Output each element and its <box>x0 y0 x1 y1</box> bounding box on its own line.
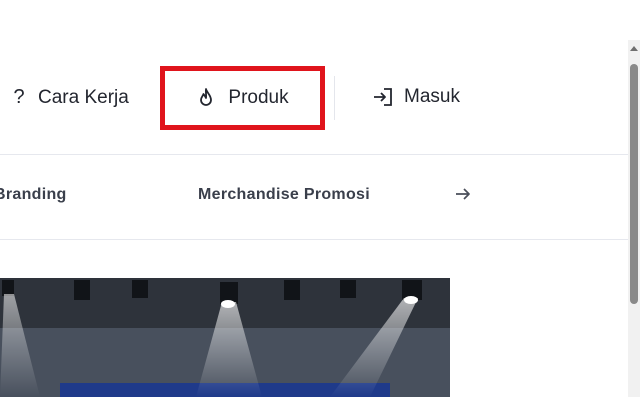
nav-products[interactable]: Produk <box>160 66 325 130</box>
nav-how-it-works[interactable]: ? Cara Kerja <box>10 86 129 109</box>
page-scrollbar[interactable] <box>628 40 640 397</box>
scroll-up-arrow-icon[interactable] <box>630 46 638 51</box>
flame-icon <box>196 87 216 109</box>
nav-divider <box>334 76 335 120</box>
category-branding[interactable]: Branding <box>0 186 67 204</box>
hero-image <box>0 278 450 397</box>
main-nav: ? Cara Kerja Produk Masuk <box>0 60 628 136</box>
login-icon <box>372 87 394 107</box>
page: ? Cara Kerja Produk Masuk Branding Merch… <box>0 0 640 397</box>
nav-how-it-works-label: Cara Kerja <box>38 86 129 108</box>
nav-products-label: Produk <box>228 87 289 108</box>
nav-login-label: Masuk <box>404 86 460 107</box>
arrow-right-icon[interactable] <box>454 186 472 207</box>
category-bar: Branding Merchandise Promosi <box>0 154 628 240</box>
category-merchandise[interactable]: Merchandise Promosi <box>198 186 370 204</box>
question-icon: ? <box>13 86 25 108</box>
nav-login[interactable]: Masuk <box>372 86 460 108</box>
stage-spotlights-image <box>0 278 450 397</box>
scroll-thumb[interactable] <box>630 64 638 304</box>
